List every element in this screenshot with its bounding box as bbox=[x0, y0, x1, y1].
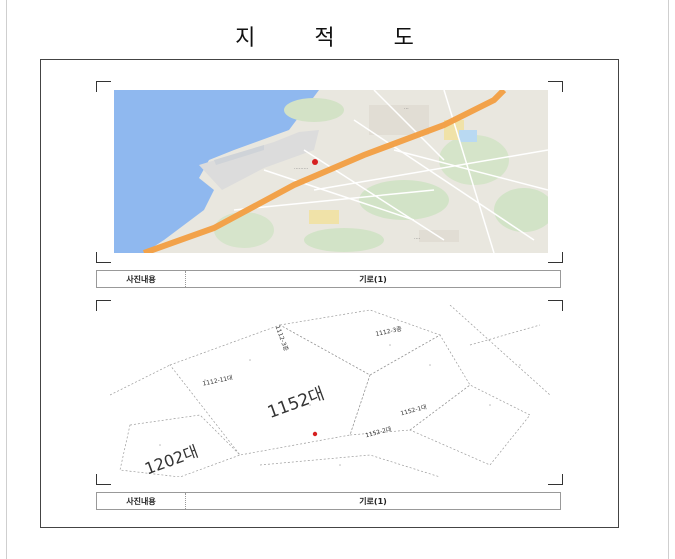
photo-caption-label: 사진내용 bbox=[97, 493, 186, 509]
photo-caption-row-1: 사진내용 기로(1) bbox=[96, 270, 561, 288]
photo-caption-value: 기로(1) bbox=[359, 274, 387, 284]
page-edge-right bbox=[668, 0, 669, 559]
crop-mark-top-left-2 bbox=[96, 300, 111, 311]
crop-mark-bottom-right bbox=[548, 252, 563, 263]
crop-mark-top-right bbox=[548, 81, 563, 92]
crop-mark-top-left bbox=[96, 81, 111, 92]
crop-mark-bottom-left-2 bbox=[96, 474, 111, 485]
crop-mark-top-right-2 bbox=[548, 300, 563, 311]
crop-mark-bottom-right-2 bbox=[548, 474, 563, 485]
svg-text:···: ··· bbox=[404, 106, 409, 112]
cadastral-map: 1152대 1202대 1112-11대 1112-3종 1112-3종 115… bbox=[110, 305, 550, 477]
svg-text:····: ···· bbox=[414, 236, 421, 242]
photo-caption-value: 기로(1) bbox=[359, 496, 387, 506]
cadastral-map-image: 1152대 1202대 1112-11대 1112-3종 1112-3종 115… bbox=[110, 305, 550, 477]
crop-mark-bottom-left bbox=[96, 252, 111, 263]
photo-caption-label: 사진내용 bbox=[97, 271, 186, 287]
location-map: ········· ··· ···· bbox=[114, 90, 548, 253]
document-title: 지 적 도 bbox=[235, 26, 440, 51]
location-map-image: ········· ··· ···· bbox=[114, 90, 548, 253]
photo-caption-row-2: 사진내용 기로(1) bbox=[96, 492, 561, 510]
svg-text:·········: ········· bbox=[294, 166, 309, 172]
parcel-marker bbox=[312, 431, 318, 437]
page-edge-left bbox=[6, 0, 7, 559]
